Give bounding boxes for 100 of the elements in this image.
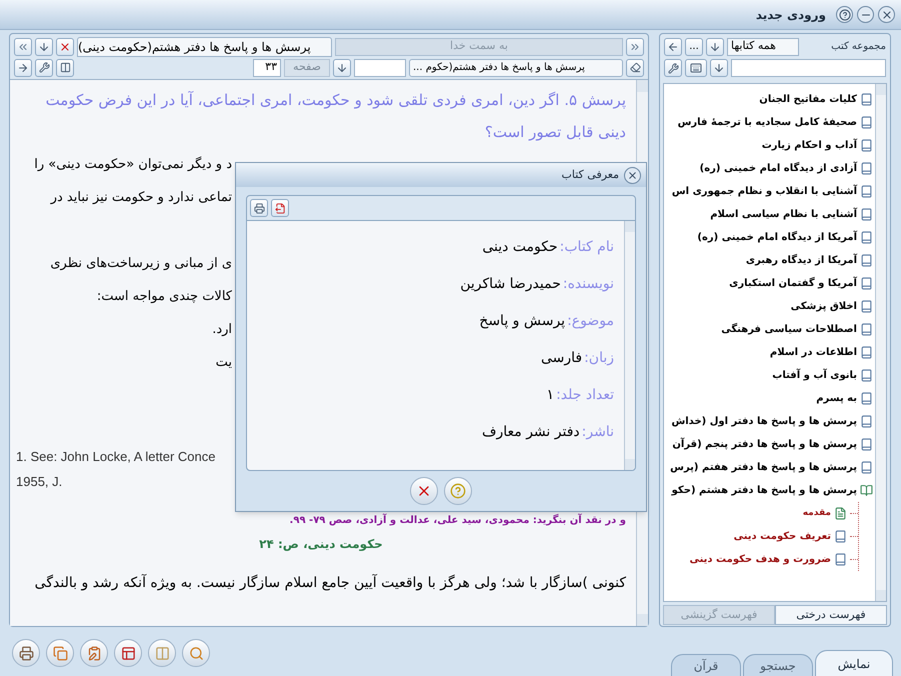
close-tab-button[interactable]	[56, 38, 74, 56]
field-value: پرسش و پاسخ	[479, 312, 566, 331]
close-button[interactable]	[624, 166, 641, 184]
field-value: دفتر نشر معارف	[482, 423, 580, 442]
book-item[interactable]: اصطلاحات سیاسی فرهنگی	[664, 318, 873, 341]
book-title: صحیفهٔ کامل سجادیه با ترجمهٔ فارس	[678, 116, 857, 130]
field-value: حکومت دینی	[482, 238, 558, 257]
footnote-text: 1955, J.	[16, 473, 62, 491]
field-value: ۱	[546, 386, 554, 405]
main-tab[interactable]: نمایش	[815, 650, 893, 676]
book-tab[interactable]: پرسش ها و پاسخ ها دفتر هشتم(حکومت دینی)	[77, 36, 332, 56]
arrow-right-icon	[17, 62, 29, 74]
keyboard-icon	[690, 62, 702, 74]
book-item[interactable]: پرسش ها و پاسخ ها دفتر پنجم (قرآن	[664, 433, 873, 456]
keyboard-button[interactable]	[685, 59, 707, 77]
question-text: پرسش ۵. اگر دین، امری فردی تلقی شود و حکومت، امری اجتماعی، آیا در این فرض حکومت دینی قابل تصور است؟	[44, 90, 626, 143]
field-label: تعداد جلد:	[556, 386, 614, 405]
book-icon	[860, 369, 873, 382]
book-title: بانوی آب و آفتاب	[772, 368, 857, 383]
layout-button[interactable]	[114, 639, 142, 667]
book-item[interactable]: بانوی آب و آفتاب	[664, 364, 873, 387]
search-field[interactable]	[354, 58, 406, 76]
main-tab[interactable]: قرآن	[671, 654, 741, 676]
main-tab[interactable]: جستجو	[743, 654, 813, 676]
field-label: زبان:	[584, 349, 614, 368]
book-title: پرسش ها و پاسخ ها دفتر هشتم (حکو	[672, 484, 857, 498]
book-icon	[860, 162, 873, 175]
settings-button[interactable]	[664, 59, 682, 77]
down-arrow-button[interactable]	[333, 58, 351, 76]
book-icon	[860, 392, 873, 405]
columns-icon	[154, 646, 170, 660]
chapter-item[interactable]: مقدمه	[664, 502, 858, 525]
book-item[interactable]: آمریکا از دیدگاه امام خمینی (ره)	[664, 226, 873, 249]
down-arrow-button[interactable]	[706, 38, 724, 56]
settings-button[interactable]	[35, 58, 53, 76]
scroll-left-button[interactable]	[14, 38, 32, 56]
minimize-button[interactable]	[857, 6, 874, 23]
book-icon	[860, 323, 873, 336]
down-arrow-icon	[38, 40, 50, 52]
more-button[interactable]: ...	[685, 38, 703, 56]
book-item[interactable]: آشنایی با انقلاب و نظام جمهوری اس	[664, 180, 873, 203]
print-button[interactable]	[12, 639, 40, 667]
body-text-line: تماعی ندارد و حکومت نیز نباید در	[49, 189, 232, 207]
down-arrow-button[interactable]	[35, 38, 53, 56]
notes-button[interactable]	[80, 639, 108, 667]
footnote-text: و در نقد آن بنگرید: محمودی، سید علی، عدالت و آزادی، صص ۷۹- ۹۹.	[288, 512, 626, 528]
book-item[interactable]: آزادی از دیدگاه امام خمینی (ره)	[664, 157, 873, 180]
down-arrow-icon	[713, 62, 725, 74]
scrollbar[interactable]	[624, 221, 635, 470]
search-field[interactable]	[731, 59, 886, 77]
scroll-right-button[interactable]	[626, 38, 644, 56]
chapter-item[interactable]: تعریف حکومت دینی	[664, 525, 858, 548]
book-item[interactable]: پرسش ها و پاسخ ها دفتر اول (خداش	[664, 410, 873, 433]
search-button[interactable]	[182, 639, 210, 667]
open-book-icon	[860, 484, 873, 497]
book-item[interactable]: به پسرم	[664, 387, 873, 410]
chapter-title: تعریف حکومت دینی	[734, 530, 831, 544]
book-title: آشنایی با نظام سیاسی اسلام	[710, 207, 857, 222]
book-item[interactable]: آشنایی با نظام سیاسی اسلام	[664, 203, 873, 226]
book-icon	[860, 208, 873, 221]
book-item[interactable]: پرسش ها و پاسخ ها دفتر هشتم (حکو	[664, 479, 873, 502]
cancel-button[interactable]	[410, 477, 438, 505]
book-title: پرسش ها و پاسخ ها دفتر هفتم (پرس	[670, 461, 857, 475]
down-arrow-button[interactable]	[710, 59, 728, 77]
book-title: پرسش ها و پاسخ ها دفتر اول (خداش	[671, 415, 857, 429]
collection-dropdown[interactable]: همه کتابها	[727, 38, 799, 56]
close-button[interactable]	[878, 6, 895, 23]
scrollbar[interactable]	[875, 84, 886, 601]
window-title: ورودی جدید	[756, 6, 826, 24]
book-title: آمریکا و گفتمان استکباری	[729, 276, 857, 291]
clear-button[interactable]	[626, 58, 644, 76]
book-item[interactable]: آمریکا از دیدگاه رهبری	[664, 249, 873, 272]
book-item[interactable]: اطلاعات در اسلام	[664, 341, 873, 364]
book-item[interactable]: صحیفهٔ کامل سجادیه با ترجمهٔ فارس	[664, 111, 873, 134]
view-tab[interactable]: فهرست درختی	[775, 605, 887, 625]
book-icon	[834, 553, 847, 566]
book-button[interactable]	[46, 639, 74, 667]
split-view-button[interactable]	[56, 58, 74, 76]
book-icon	[860, 231, 873, 244]
book-item[interactable]: اخلاق پزشکی	[664, 295, 873, 318]
chapter-item[interactable]: ضرورت و هدف حکومت دینی	[664, 548, 858, 571]
printer-icon	[254, 202, 264, 214]
book-title: اصطلاحات سیاسی فرهنگی	[721, 322, 857, 337]
body-text-line: کالات چندی مواجه است:	[96, 288, 232, 306]
export-icon	[274, 202, 286, 214]
forward-button[interactable]	[14, 58, 32, 76]
layout-icon	[120, 646, 136, 660]
page-label: صفحه	[284, 58, 330, 76]
print-button[interactable]	[250, 199, 268, 217]
book-item[interactable]: آمریکا و گفتمان استکباری	[664, 272, 873, 295]
book-item[interactable]: کلیات مفاتیح الجنان	[664, 88, 873, 111]
pages-icon	[52, 646, 68, 660]
chapter-title: مقدمه	[802, 506, 831, 520]
help-button[interactable]	[836, 6, 853, 23]
back-button[interactable]	[664, 38, 682, 56]
book-item[interactable]: آداب و احکام زیارت	[664, 134, 873, 157]
page-field[interactable]: ۳۳	[253, 58, 281, 76]
book-dropdown[interactable]: پرسش ها و پاسخ ها دفتر هشتم(حکوم ...	[409, 58, 623, 76]
export-button[interactable]	[271, 199, 289, 217]
book-item[interactable]: پرسش ها و پاسخ ها دفتر هفتم (پرس	[664, 456, 873, 479]
